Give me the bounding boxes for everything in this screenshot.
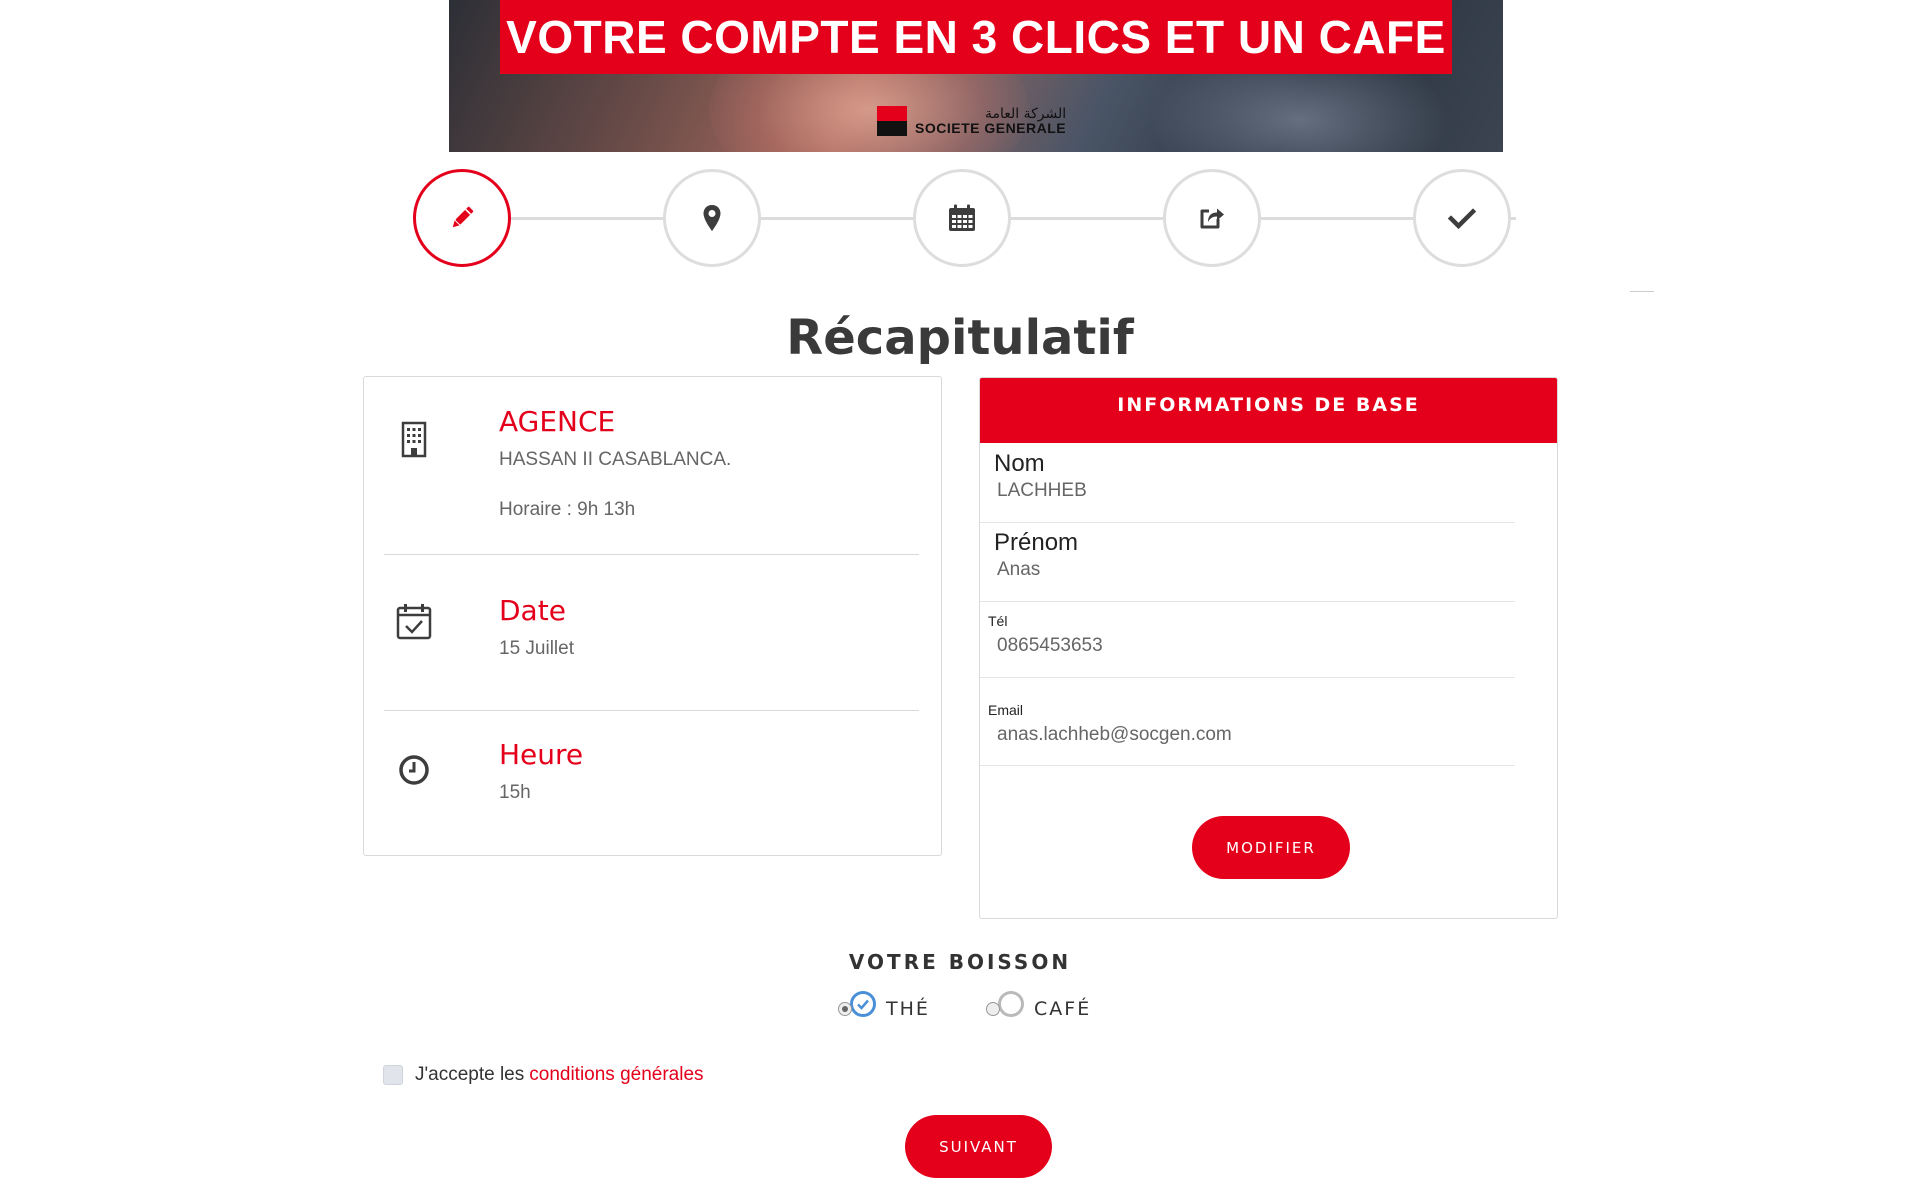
heure-heading: Heure <box>499 738 584 771</box>
step-confirm[interactable] <box>1413 169 1511 267</box>
drink-title: VOTRE BOISSON <box>848 950 1072 974</box>
progress-stepper <box>413 169 1523 267</box>
tel-value: 0865453653 <box>997 635 1103 656</box>
nom-field: Nom LACHHEB <box>980 450 1515 528</box>
logo-arabic-text: الشركة العامة <box>984 106 1067 122</box>
prenom-field: Prénom Anas <box>980 529 1515 607</box>
agence-section: AGENCE HASSAN II CASABLANCA. Horaire : 9… <box>384 405 919 535</box>
appointment-summary-card: AGENCE HASSAN II CASABLANCA. Horaire : 9… <box>363 376 942 856</box>
radio-the-native[interactable] <box>838 1002 852 1016</box>
email-value: anas.lachheb@socgen.com <box>997 724 1232 745</box>
prenom-value: Anas <box>997 559 1041 580</box>
prenom-label: Prénom <box>994 529 1079 556</box>
banner-headline: VOTRE COMPTE EN 3 CLICS ET UN CAFE <box>506 11 1446 63</box>
drink-option-label: CAFÉ <box>1034 998 1092 1020</box>
divider <box>384 554 919 555</box>
checkmark-icon <box>1447 208 1477 230</box>
nom-label: Nom <box>994 450 1045 477</box>
share-icon <box>1200 208 1224 229</box>
tel-label: Tél <box>988 613 1008 629</box>
heure-section: Heure 15h <box>384 738 919 818</box>
basic-info-header: INFORMATIONS DE BASE <box>980 378 1557 443</box>
divider <box>980 765 1515 766</box>
page-title: Récapitulatif <box>786 310 1134 366</box>
agence-hours: Horaire : 9h 13h <box>499 499 636 520</box>
map-marker-icon <box>703 205 721 231</box>
drink-option-cafe[interactable]: CAFÉ <box>986 991 1092 1020</box>
building-icon <box>394 419 434 459</box>
divider <box>980 522 1515 523</box>
basic-info-card: INFORMATIONS DE BASE Nom LACHHEB Prénom … <box>979 377 1558 919</box>
date-value: 15 Juillet <box>499 638 574 659</box>
terms-link[interactable]: conditions générales <box>529 1064 703 1086</box>
email-field: Email anas.lachheb@socgen.com <box>980 702 1515 780</box>
logo-mark-icon <box>877 106 907 136</box>
promo-banner: VOTRE COMPTE EN 3 CLICS ET UN CAFE الشرك… <box>449 0 1503 152</box>
divider <box>384 710 919 711</box>
logo-name-text: SOCIETE GENERALE <box>915 120 1067 136</box>
divider <box>1630 291 1654 292</box>
pencil-icon <box>452 206 474 228</box>
clock-icon <box>394 750 434 790</box>
checkmark-icon <box>857 999 869 1010</box>
terms-text: J'accepte les <box>415 1064 525 1085</box>
modify-button[interactable]: MODIFIER <box>1192 816 1350 879</box>
divider <box>980 601 1515 602</box>
radio-the-indicator[interactable] <box>850 991 876 1017</box>
calendar-check-icon <box>394 602 434 642</box>
drink-option-label: THÉ <box>886 998 930 1020</box>
drink-option-the[interactable]: THÉ <box>838 991 930 1020</box>
tel-field: Tél 0865453653 <box>980 613 1515 691</box>
date-section: Date 15 Juillet <box>384 594 919 682</box>
divider <box>980 677 1515 678</box>
step-share[interactable] <box>1163 169 1261 267</box>
date-heading: Date <box>499 594 566 627</box>
calendar-icon <box>949 204 975 231</box>
next-button[interactable]: SUIVANT <box>905 1115 1052 1178</box>
terms-checkbox[interactable] <box>383 1065 403 1085</box>
nom-value: LACHHEB <box>997 480 1087 501</box>
radio-cafe-indicator[interactable] <box>998 991 1024 1017</box>
terms-row: J'accepte les conditions générales <box>383 1064 704 1086</box>
radio-cafe-native[interactable] <box>986 1002 1000 1016</box>
societe-generale-logo: الشركة العامة SOCIETE GENERALE <box>877 106 1066 136</box>
step-location[interactable] <box>663 169 761 267</box>
step-edit[interactable] <box>413 169 511 267</box>
heure-value: 15h <box>499 782 531 803</box>
agence-name: HASSAN II CASABLANCA. <box>499 449 732 470</box>
banner-headline-strip: VOTRE COMPTE EN 3 CLICS ET UN CAFE <box>500 0 1452 74</box>
step-calendar[interactable] <box>913 169 1011 267</box>
email-label: Email <box>988 702 1024 718</box>
agence-heading: AGENCE <box>499 405 616 438</box>
